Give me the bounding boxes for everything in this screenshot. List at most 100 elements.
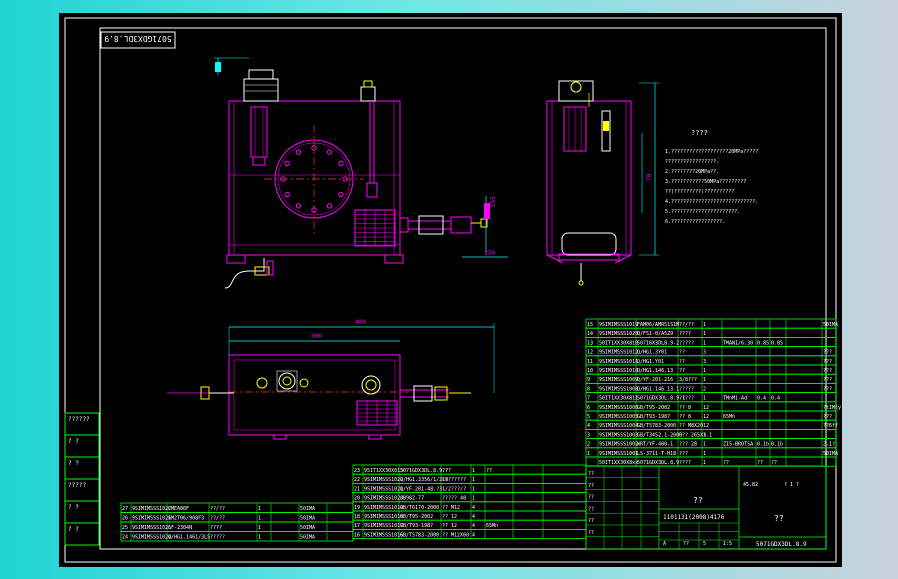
left-table-cell: ? ?	[68, 460, 79, 467]
bom-mid-name: Q/YF-201-48.?3	[400, 486, 442, 492]
bom-right-code: 9SIMIMSSS1010	[599, 368, 638, 374]
bom-table-right: 15 9SIMIMSSS1019FAM06/AMR51S1M ??/?? 1 50IMA…	[585, 318, 841, 467]
cad-viewport[interactable]: 5071GDX3DL.8.9 370 155 70 400 300 ???? 1…	[0, 0, 898, 579]
left-table-cell: ? ?	[68, 504, 79, 511]
bom-mid-no: 23	[354, 468, 360, 474]
bom-right-code: 9SIMIMSSS1008	[599, 386, 638, 392]
tech-req-line: ?????????????????.	[665, 159, 719, 165]
bom-right-desc: ?????	[679, 340, 694, 346]
bom-right-no: 5	[587, 414, 590, 420]
bom-mid-desc: ?? 12	[442, 523, 457, 529]
bom-right-name: Q/HG1.3Y01	[637, 350, 667, 356]
bom-mid-mat: ??	[486, 468, 492, 474]
bom-right-code: 50IT1XX30X8xx	[599, 460, 638, 466]
bom-mid-desc: ?? M12	[442, 505, 460, 511]
bom-right-note: Z.1?	[823, 442, 835, 448]
bom-right-no: 10	[587, 368, 593, 374]
bom-right-qty: 12	[703, 405, 709, 411]
bom-right-qty: 3	[703, 359, 706, 365]
bom-left-qty: 1	[258, 535, 261, 541]
bom-right-w1: 0.4	[757, 396, 766, 402]
bom-right-note: 50IMA	[823, 322, 838, 328]
bom-right-note: ???	[823, 386, 832, 392]
bom-right-name: Q/HG1.146.13	[637, 368, 673, 374]
bom-mid-qty: 4	[472, 532, 475, 538]
bom-mid-desc: ????????	[442, 477, 466, 483]
cover-bolt	[326, 203, 333, 209]
bom-left-desc: ??/??	[210, 516, 225, 522]
bom-mid-code: 9SIMIMSSS1018	[364, 514, 403, 520]
bom-right-code: 9SIMIMSSS1011	[599, 359, 638, 365]
title-block: ???????????? A?? 5 1:5 45.82 ? 1 ??? 1101131(2…	[585, 465, 827, 550]
bom-right-desc: ????	[679, 460, 691, 466]
bom-mid-no: 17	[354, 523, 360, 529]
top-view: 400 300	[167, 319, 495, 440]
signature-label: ??	[588, 471, 594, 477]
bom-left-note: 50IMA	[300, 506, 315, 512]
bom-left-no: 27	[122, 506, 128, 512]
bom-right-name: 507I6X3DL8.9-2	[637, 340, 679, 346]
bom-right-code: 9SIMIMSSS1004	[599, 423, 638, 429]
bom-right-name: 5071GDX3DL.8.9-1	[637, 396, 685, 402]
dim-height-side: 70	[646, 173, 653, 181]
tech-req-line: 4.????????????????????????????.	[665, 199, 758, 205]
bom-right-no: 14	[587, 331, 593, 337]
dim-length-inner: 300	[311, 333, 322, 340]
bom-mid-name: JB982-77	[400, 496, 424, 502]
drawing-name: ??	[774, 514, 784, 523]
bom-mid-desc: ?? M12X60	[442, 532, 469, 538]
bom-mid-code: 95IT1XX30X813	[364, 468, 403, 474]
bom-right-w2: 0.85	[771, 340, 783, 346]
bom-mid-no: 21	[354, 486, 360, 492]
bom-table-middle: 23 95IT1XX30X8135071GDX3DL.8.9.???? 1 ?? 22 9…	[352, 464, 587, 540]
bom-mid-no: 18	[354, 514, 360, 520]
bom-right-mat: ZIS-BROTSA	[723, 442, 753, 448]
front-view	[224, 69, 488, 289]
drawing-canvas[interactable]: 5071GDX3DL.8.9 370 155 70 400 300 ???? 1…	[59, 13, 842, 567]
bom-left-note: 50IMA	[300, 525, 315, 531]
bom-right-qty: 1	[703, 396, 706, 402]
bom-right-name: LS-3711-T-H18	[637, 451, 676, 457]
signature-label: ??	[588, 483, 594, 489]
bom-right-name: GB/T95-2002	[637, 405, 670, 411]
bom-mid-code: 9SIMIMSSS1020	[364, 496, 403, 502]
bom-right-note: ???	[823, 368, 832, 374]
bom-mid-desc: 1/2???/?	[442, 486, 466, 492]
heat-exchanger-front	[354, 209, 396, 247]
signature-label: ??	[588, 530, 594, 536]
bom-right-no: 8	[587, 386, 590, 392]
tech-req-line: 1.???????????????????20MPa?????	[665, 149, 758, 155]
dim-small-b: 155	[490, 196, 497, 207]
bom-right-desc: 3/8???	[679, 377, 697, 383]
bom-right-no: 13	[587, 340, 593, 346]
bom-mid-qty: 4	[472, 505, 475, 511]
cover-bolt	[295, 203, 302, 209]
cover-bolt	[326, 149, 333, 155]
cover-bolt	[295, 149, 302, 155]
code-title-text: 5071GDX3DL.8.9	[104, 34, 172, 43]
side-view: 70	[546, 80, 659, 286]
bom-right-desc: ?? 8	[679, 414, 691, 420]
bom-right-code: 9SIMIMSSS1019	[599, 322, 638, 328]
bom-right-mat: 65Mn	[723, 414, 735, 420]
tech-req-line: ??(?????????)??????????	[665, 189, 734, 195]
bom-right-w2: ??	[771, 460, 777, 466]
bom-left-desc: ??/??	[210, 506, 225, 512]
bom-mid-code: 9SIMIMSSS1017	[364, 523, 403, 529]
bom-left-code: 9SIMIMSSS1025	[132, 525, 171, 531]
bom-right-code: 50IT1XX30X811	[599, 396, 638, 402]
bom-right-no: 1	[587, 451, 590, 457]
bom-right-qty: 1	[703, 322, 706, 328]
bom-left-qty: 1	[258, 506, 261, 512]
bom-right-qty: 2	[703, 386, 706, 392]
bom-table-left: 27 9SIMIMSSS1027LMEA00F ??/?? 1 50IMA 26 9SIMI…	[120, 502, 354, 542]
cover-bolt	[284, 191, 290, 198]
title-mark: 5	[703, 541, 706, 547]
tech-req-line: 5.??????????????????????.	[665, 209, 740, 215]
code-title-box: 5071GDX3DL.8.9	[100, 31, 176, 49]
bom-mid-mat: 65Mn	[486, 523, 498, 529]
bom-mid-qty: 1	[472, 486, 475, 492]
bom-right-note: 50IMA	[823, 451, 838, 457]
bom-right-note: ???	[823, 350, 832, 356]
bom-mid-qty: 1	[472, 496, 475, 502]
